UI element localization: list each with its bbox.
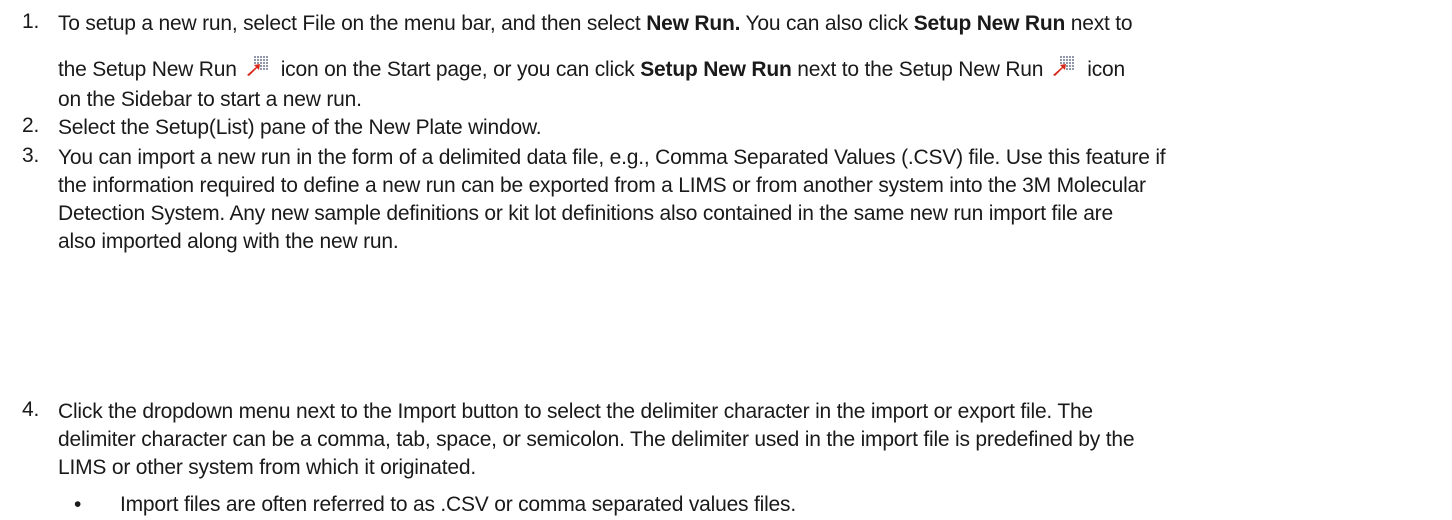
text: next to the Setup New Run [791,58,1044,81]
step-line: Click the dropdown menu next to the Impo… [58,400,1093,423]
text: on the Sidebar to start a new run. [58,88,362,111]
step-number: 3. [22,144,40,167]
menu-item-new-run: New Run. [646,12,741,35]
bullet-item: • Import files are often referred to as .… [74,491,796,519]
step-body: You can import a new run in the form of … [58,144,1442,256]
bullet-text: Import files are often referred to as .C… [120,493,796,516]
text: next to [1065,12,1133,35]
step-line: Detection System. Any new sample definit… [58,202,1113,225]
step-body: Click the dropdown menu next to the Impo… [58,398,1442,482]
step-line: delimiter character can be a comma, tab,… [58,428,1135,451]
setup-new-run-label: Setup New Run [640,58,792,81]
step-line: To setup a new run, select File on the m… [58,10,1442,53]
step-line: on the Sidebar to start a new run. [58,86,1442,114]
step-number: 1. [22,10,40,33]
step-line: the information required to define a new… [58,174,1146,197]
text: icon on the Start page, or you can click [280,58,641,81]
text: To setup a new run, select File on the m… [58,12,647,35]
step-body: Select the Setup(List) pane of the New P… [58,114,1442,142]
text: You can also click [740,12,914,35]
text: the Setup New Run [58,58,237,81]
step-line: Select the Setup(List) pane of the New P… [58,116,542,139]
setup-new-run-icon [1053,56,1075,76]
step-number: 2. [22,114,40,137]
instruction-document: 1. To setup a new run, select File on th… [0,0,1452,520]
setup-new-run-icon [246,56,268,76]
text: icon [1087,58,1125,81]
step-number: 4. [22,398,40,421]
setup-new-run-label: Setup New Run [913,12,1066,35]
step-line: the Setup New Run icon on the Start page… [58,53,1442,86]
step-body: To setup a new run, select File on the m… [58,10,1442,114]
step-line: also imported along with the new run. [58,230,399,253]
step-line: You can import a new run in the form of … [58,146,1166,169]
step-line: LIMS or other system from which it origi… [58,456,476,479]
bullet-symbol: • [74,493,82,516]
